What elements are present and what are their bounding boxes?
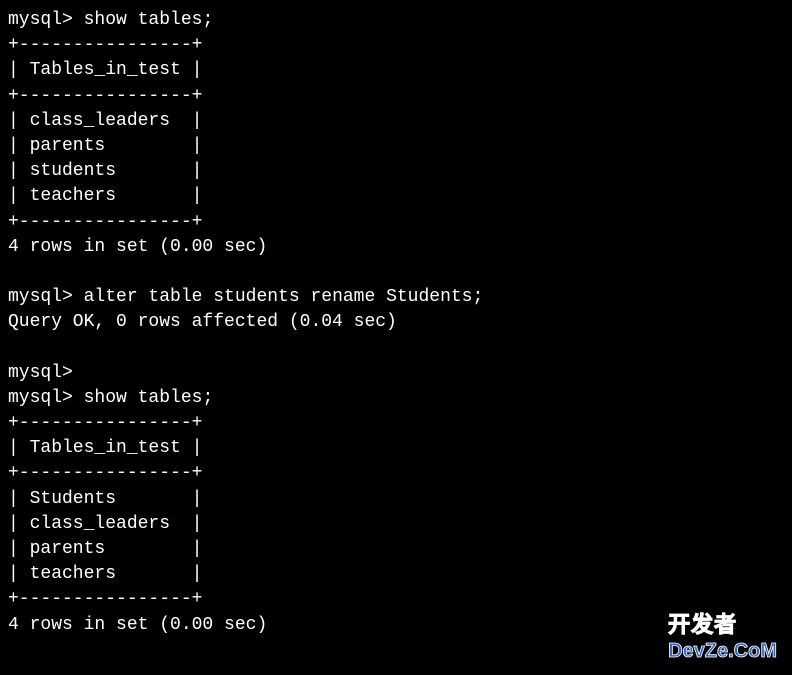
table-row: | class_leaders |: [8, 111, 202, 131]
table-border: +----------------+: [8, 589, 202, 609]
result-message: 4 rows in set (0.00 sec): [8, 615, 267, 635]
watermark-bottom-text: DevZe.CoM: [668, 637, 777, 665]
table-header: | Tables_in_test |: [8, 438, 202, 458]
table-border: +----------------+: [8, 35, 202, 55]
prompt: mysql>: [8, 388, 73, 408]
table-row: | Students |: [8, 489, 202, 509]
table-border: +----------------+: [8, 212, 202, 232]
table-row: | teachers |: [8, 564, 202, 584]
table-row: | teachers |: [8, 186, 202, 206]
table-border: +----------------+: [8, 413, 202, 433]
table-border: +----------------+: [8, 463, 202, 483]
table-row: | students |: [8, 161, 202, 181]
terminal-output: mysql> show tables; +----------------+ |…: [8, 8, 784, 638]
command-show-tables-2: show tables;: [84, 388, 214, 408]
command-show-tables-1: show tables;: [84, 10, 214, 30]
prompt: mysql>: [8, 287, 73, 307]
result-message: Query OK, 0 rows affected (0.04 sec): [8, 312, 397, 332]
command-alter-table: alter table students rename Students;: [84, 287, 484, 307]
prompt: mysql>: [8, 363, 73, 383]
prompt: mysql>: [8, 10, 73, 30]
watermark: 开发者 DevZe.CoM: [668, 610, 777, 665]
result-message: 4 rows in set (0.00 sec): [8, 237, 267, 257]
table-row: | parents |: [8, 539, 202, 559]
table-header: | Tables_in_test |: [8, 60, 202, 80]
table-border: +----------------+: [8, 86, 202, 106]
table-row: | class_leaders |: [8, 514, 202, 534]
table-row: | parents |: [8, 136, 202, 156]
